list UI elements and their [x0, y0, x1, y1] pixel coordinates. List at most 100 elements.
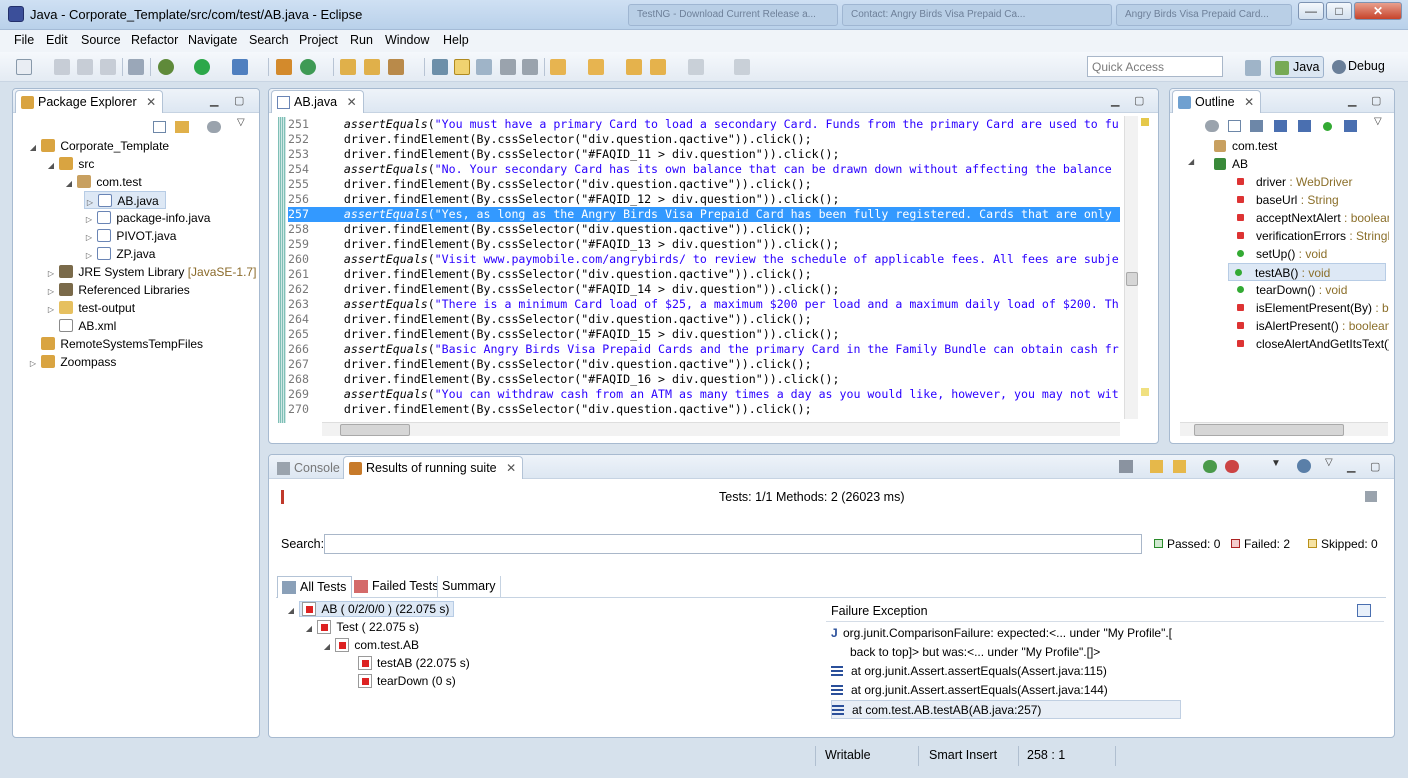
- code-line[interactable]: 267 driver.findElement(By.cssSelector("d…: [288, 357, 1120, 372]
- outline-item[interactable]: verificationErrors : StringBuffer: [1231, 227, 1389, 245]
- outline-item[interactable]: isElementPresent(By) : boolean: [1231, 299, 1389, 317]
- expanded-arrow-icon[interactable]: ◢: [28, 139, 38, 157]
- menu-refactor[interactable]: Refactor: [131, 33, 178, 47]
- stack-frame-row[interactable]: at org.junit.Assert.assertEquals(Assert.…: [831, 681, 1108, 700]
- outline-horizontal-scrollbar[interactable]: [1180, 422, 1388, 436]
- tab-package-explorer[interactable]: Package Explorer ✕: [15, 90, 164, 113]
- hide-static-icon[interactable]: [1274, 120, 1287, 132]
- show-paragraph-icon[interactable]: [522, 59, 538, 75]
- subtab-summary[interactable]: Summary: [437, 576, 502, 598]
- tree-item-remote-systems[interactable]: RemoteSystemsTempFiles: [28, 335, 203, 353]
- close-tab-icon[interactable]: ✕: [1244, 95, 1254, 109]
- close-tab-icon[interactable]: ✕: [347, 95, 357, 109]
- collapse-all-icon[interactable]: [153, 121, 166, 133]
- tree-item-ab-java[interactable]: ▷ AB.java: [84, 191, 166, 209]
- quick-access-input[interactable]: Quick Access: [1087, 56, 1223, 77]
- previous-failure-icon[interactable]: [1173, 460, 1186, 473]
- expanded-arrow-icon[interactable]: ◢: [304, 620, 314, 638]
- overview-occurrence-marker[interactable]: [1141, 388, 1149, 396]
- minimize-view-icon[interactable]: ▁: [1111, 94, 1119, 107]
- toggle-mark-occurrences-icon[interactable]: [432, 59, 448, 75]
- outline-item[interactable]: driver : WebDriver: [1231, 173, 1389, 191]
- background-window-tab[interactable]: Angry Birds Visa Prepaid Card...: [1116, 4, 1292, 26]
- collapse-all-icon[interactable]: [1228, 120, 1241, 132]
- expanded-arrow-icon[interactable]: ◢: [286, 602, 296, 620]
- open-perspective-icon[interactable]: [1245, 60, 1261, 76]
- scroll-thumb[interactable]: [340, 424, 410, 436]
- expanded-arrow-icon[interactable]: ◢: [1188, 157, 1194, 166]
- maximize-view-icon[interactable]: ▢: [1134, 94, 1144, 107]
- minimize-view-icon[interactable]: ▁: [210, 94, 218, 107]
- code-line[interactable]: 264 driver.findElement(By.cssSelector("d…: [288, 312, 1120, 327]
- tab-outline[interactable]: Outline ✕: [1172, 90, 1262, 113]
- code-line[interactable]: 256 driver.findElement(By.cssSelector("#…: [288, 192, 1120, 207]
- tree-item-package[interactable]: ◢ com.test: [64, 173, 142, 191]
- close-tab-icon[interactable]: ✕: [146, 95, 156, 109]
- tab-console[interactable]: Console: [271, 456, 347, 479]
- minimize-button[interactable]: —: [1298, 2, 1324, 20]
- editor-vertical-scrollbar[interactable]: [1124, 116, 1138, 419]
- view-menu-icon[interactable]: ▽: [237, 117, 245, 128]
- stack-frame-row[interactable]: at org.junit.Assert.assertEquals(Assert.…: [831, 662, 1107, 681]
- search-icon[interactable]: [388, 59, 404, 75]
- menu-navigate[interactable]: Navigate: [188, 33, 237, 47]
- code-line[interactable]: 254 assertEquals("No. Your secondary Car…: [288, 162, 1120, 177]
- tree-item-zoompass[interactable]: ▷ Zoompass: [28, 353, 116, 371]
- block-selection-icon[interactable]: [476, 59, 492, 75]
- subtab-all-tests[interactable]: All Tests: [277, 576, 353, 598]
- code-line[interactable]: 263 assertEquals("There is a minimum Car…: [288, 297, 1120, 312]
- last-edit-location-icon[interactable]: [626, 59, 642, 75]
- editor-horizontal-scrollbar[interactable]: [322, 422, 1120, 436]
- new-java-project-icon[interactable]: [276, 59, 292, 75]
- code-line[interactable]: 258 driver.findElement(By.cssSelector("d…: [288, 222, 1120, 237]
- scroll-thumb[interactable]: [1126, 272, 1138, 286]
- link-editor-icon[interactable]: [1344, 120, 1357, 132]
- menu-search[interactable]: Search: [249, 33, 289, 47]
- save-all-icon[interactable]: [77, 59, 93, 75]
- result-class-row[interactable]: ◢ com.test.AB: [322, 636, 419, 654]
- result-suite-row[interactable]: ◢ AB ( 0/2/0/0 ) (22.075 s): [286, 600, 455, 620]
- outline-item[interactable]: isAlertPresent() : boolean: [1231, 317, 1389, 335]
- perspective-debug[interactable]: Debug: [1330, 56, 1389, 78]
- external-tools-icon[interactable]: [232, 59, 248, 75]
- clear-icon[interactable]: [1119, 460, 1133, 473]
- outline-item[interactable]: AB: [1212, 155, 1370, 173]
- maximize-view-icon[interactable]: ▢: [1370, 460, 1380, 473]
- rerun-icon[interactable]: [1203, 460, 1217, 473]
- hide-local-types-icon[interactable]: [1323, 122, 1332, 131]
- view-menu-icon[interactable]: ▽: [1374, 116, 1382, 127]
- failure-message-line[interactable]: back to top]> but was:<... under "My Pro…: [850, 643, 1100, 662]
- tree-item-src[interactable]: ◢ src: [46, 155, 94, 173]
- open-type-icon[interactable]: [340, 59, 356, 75]
- tree-item-zp[interactable]: ▷ ZP.java: [84, 245, 155, 263]
- outline-item[interactable]: acceptNextAlert : boolean: [1231, 209, 1389, 227]
- tab-results-of-running-suite[interactable]: Results of running suite ✕: [343, 456, 524, 479]
- tree-item-test-output[interactable]: ▷ test-output: [46, 299, 135, 317]
- open-folder-icon[interactable]: [364, 59, 380, 75]
- minimize-view-icon[interactable]: ▁: [1348, 94, 1356, 107]
- tree-item-project[interactable]: ◢ Corporate_Template: [28, 137, 169, 155]
- show-whitespace-icon[interactable]: [500, 59, 516, 75]
- new-class-icon[interactable]: [300, 59, 316, 75]
- back-icon[interactable]: [650, 59, 666, 75]
- debug-icon[interactable]: [158, 59, 174, 75]
- previous-annotation-icon[interactable]: [588, 59, 604, 75]
- maximize-view-icon[interactable]: ▢: [234, 94, 244, 107]
- subtab-failed-tests[interactable]: Failed Tests: [350, 576, 443, 598]
- history-dropdown-icon[interactable]: ▼: [1271, 458, 1281, 469]
- tree-item-referenced-libraries[interactable]: ▷ Referenced Libraries: [46, 281, 190, 299]
- code-line[interactable]: 257 assertEquals("Yes, as long as the An…: [288, 207, 1120, 222]
- code-line[interactable]: 255 driver.findElement(By.cssSelector("d…: [288, 177, 1120, 192]
- code-line[interactable]: 262 driver.findElement(By.cssSelector("#…: [288, 282, 1120, 297]
- expanded-arrow-icon[interactable]: ◢: [322, 638, 332, 656]
- print-icon[interactable]: [100, 59, 116, 75]
- sort-icon[interactable]: [1250, 120, 1263, 132]
- menu-file[interactable]: File: [14, 33, 34, 47]
- search-input[interactable]: [324, 534, 1142, 554]
- background-window-tab[interactable]: TestNG - Download Current Release a...: [628, 4, 838, 26]
- rerun-failed-icon[interactable]: [1225, 460, 1239, 473]
- result-method-row[interactable]: tearDown (0 s): [358, 672, 456, 690]
- close-tab-icon[interactable]: ✕: [506, 461, 516, 475]
- menu-project[interactable]: Project: [299, 33, 338, 47]
- code-line[interactable]: 253 driver.findElement(By.cssSelector("#…: [288, 147, 1120, 162]
